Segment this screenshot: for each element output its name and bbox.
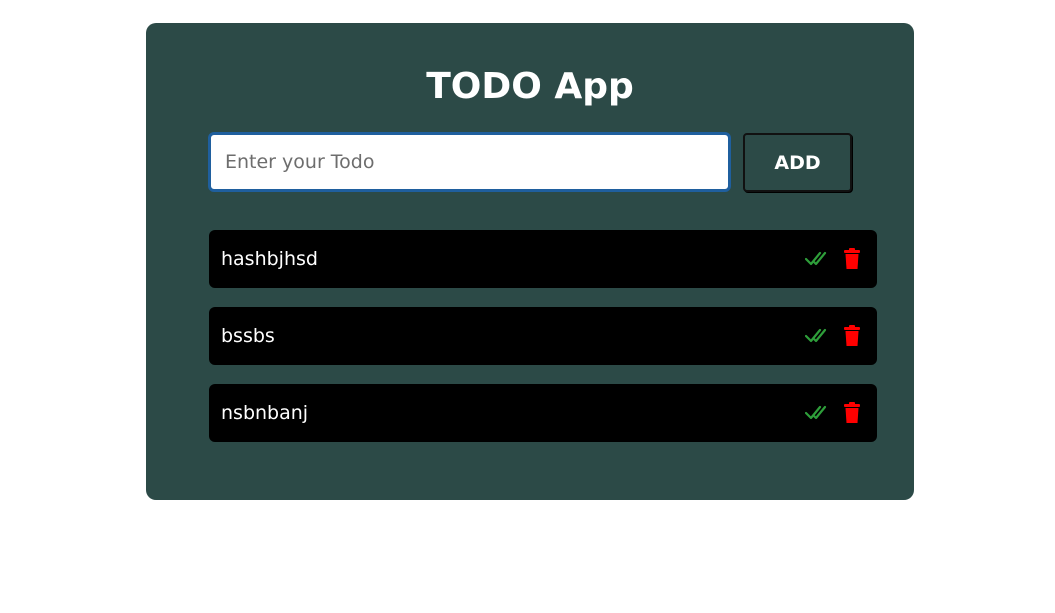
todo-actions	[805, 400, 865, 426]
todo-text: hashbjhsd	[221, 248, 318, 270]
app-title: TODO App	[426, 66, 634, 107]
todo-actions	[805, 323, 865, 349]
double-check-icon[interactable]	[805, 246, 831, 272]
double-check-icon[interactable]	[805, 323, 831, 349]
todo-text: nsbnbanj	[221, 402, 309, 424]
trash-icon[interactable]	[839, 323, 865, 349]
todo-item: nsbnbanj	[209, 384, 877, 442]
todo-input[interactable]	[208, 132, 731, 192]
todo-actions	[805, 246, 865, 272]
todo-list: hashbjhsd bssbs nsbnbanj	[209, 230, 877, 461]
todo-text: bssbs	[221, 325, 275, 347]
todo-item: hashbjhsd	[209, 230, 877, 288]
todo-card: TODO App ADD hashbjhsd	[146, 23, 914, 500]
trash-icon[interactable]	[839, 246, 865, 272]
todo-item: bssbs	[209, 307, 877, 365]
trash-icon[interactable]	[839, 400, 865, 426]
add-button[interactable]: ADD	[743, 133, 852, 192]
double-check-icon[interactable]	[805, 400, 831, 426]
